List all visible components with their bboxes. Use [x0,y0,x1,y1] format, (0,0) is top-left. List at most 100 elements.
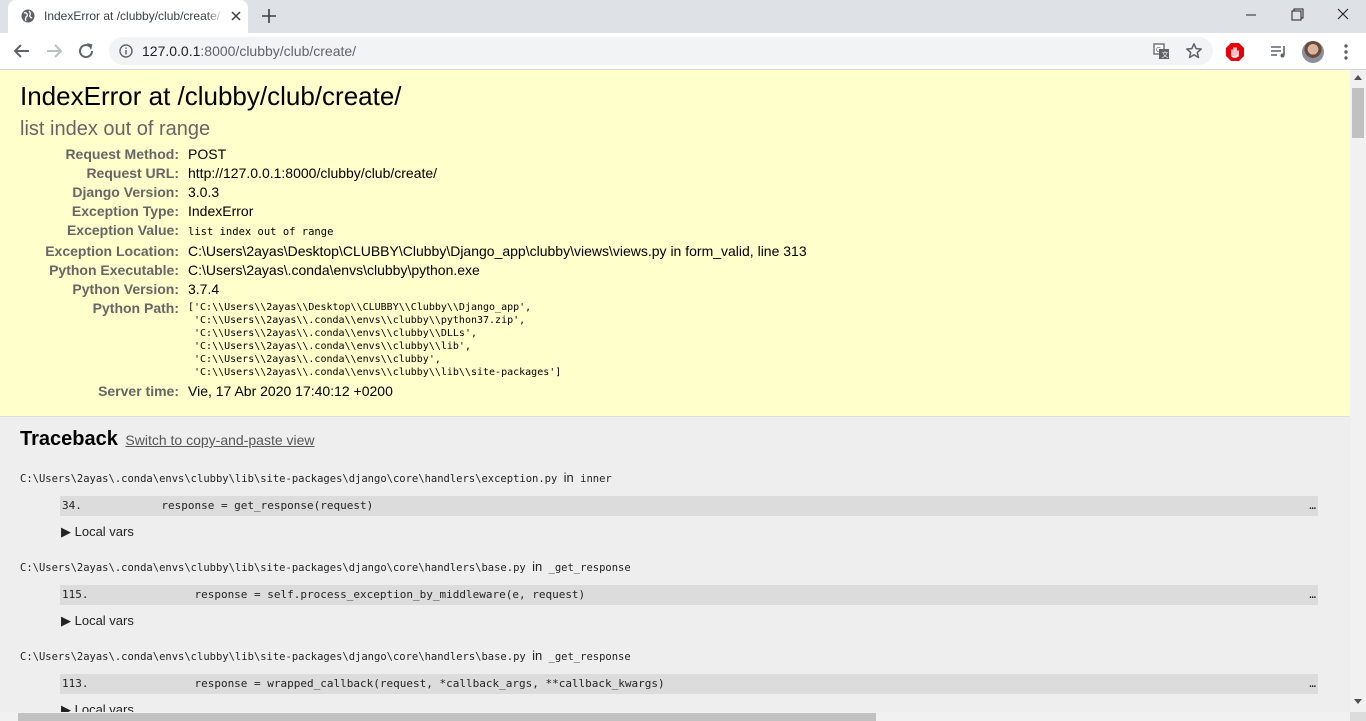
meta-row: Exception Location: C:\Users\2ayas\Deskto… [20,242,807,261]
expand-context-ellipsis[interactable]: … [1309,585,1316,605]
context-code: 34. response = get_response(request) [62,499,374,512]
meta-row: Request URL: http://127.0.0.1:8000/clubby… [20,164,807,183]
local-vars-toggle[interactable]: ▶ Local vars [61,523,1330,541]
frame-function: _get_response [548,651,631,663]
frame-location: C:\Users\2ayas\.conda\envs\clubby\lib\si… [20,630,1330,664]
adblock-icon[interactable] [1225,42,1245,62]
meta-value: 3.7.4 [188,281,220,297]
tab-strip: IndexError at /clubby/club/create/ [0,0,1366,33]
meta-value: list index out of range [188,226,334,238]
meta-label: Request URL: [86,165,179,181]
browser-tab[interactable]: IndexError at /clubby/club/create/ [8,0,248,33]
switch-copy-paste-link[interactable]: Switch to copy-and-paste view [125,432,314,448]
frame-in-word: in [532,559,543,574]
meta-label: Python Path: [92,300,179,316]
translate-icon[interactable]: G 文 [1153,43,1170,60]
scroll-down-icon[interactable] [1354,699,1362,704]
profile-avatar[interactable] [1302,41,1324,63]
scroll-up-icon[interactable] [1354,75,1362,80]
svg-text:文: 文 [1162,50,1169,59]
meta-label: Request Method: [65,146,179,162]
traceback-section: Traceback Switch to copy-and-paste view … [0,417,1350,712]
meta-label: Python Executable: [49,262,179,278]
frame-file: C:\Users\2ayas\.conda\envs\clubby\lib\si… [20,473,558,485]
meta-value: ['C:\\Users\\2ayas\\Desktop\\CLUBBY\\Clu… [188,299,807,382]
meta-value: C:\Users\2ayas\.conda\envs\clubby\python… [188,262,480,278]
frame-in-word: in [532,648,543,663]
local-vars-toggle[interactable]: ▶ Local vars [61,701,1330,712]
window-close-icon[interactable] [1332,5,1354,25]
frame-file: C:\Users\2ayas\.conda\envs\clubby\lib\si… [20,562,526,574]
context-code: 115. response = self.process_exception_b… [62,588,586,601]
reload-icon[interactable] [76,41,96,61]
url-host: 127.0.0.1 [142,43,201,59]
star-icon[interactable] [1185,42,1203,60]
traceback-frames: C:\Users\2ayas\.conda\envs\clubby\lib\si… [20,452,1330,712]
vertical-scroll-thumb[interactable] [1352,88,1364,138]
frame-file: C:\Users\2ayas\.conda\envs\clubby\lib\si… [20,651,526,663]
browser-toolbar: 127.0.0.1:8000/clubby/club/create/ G 文 [0,33,1366,70]
forward-arrow-icon[interactable] [44,41,64,61]
kebab-menu-icon[interactable] [1338,42,1354,62]
meta-row: Python Path: ['C:\\Users\\2ayas\\Desktop\… [20,299,807,382]
traceback-title: Traceback [20,428,118,450]
meta-value: C:\Users\2ayas\Desktop\CLUBBY\Clubby\Dja… [188,243,807,259]
scrollbar-corner [1350,712,1366,721]
url-text[interactable]: 127.0.0.1:8000/clubby/club/create/ [142,43,356,59]
minimize-icon[interactable] [1240,5,1262,25]
close-icon[interactable] [229,9,243,23]
meta-label: Exception Location: [45,243,179,259]
meta-label: Django Version: [72,184,179,200]
horizontal-scroll-thumb[interactable] [18,713,876,721]
meta-row: Server time: Vie, 17 Abr 2020 17:40:12 +0… [20,382,807,401]
traceback-heading: Traceback Switch to copy-and-paste view [20,427,1330,452]
plus-icon[interactable] [260,7,278,25]
local-vars-toggle[interactable]: ▶ Local vars [61,612,1330,630]
meta-value: http://127.0.0.1:8000/clubby/club/create… [188,165,438,181]
frame-function: inner [580,473,612,485]
page-title: IndexError at /clubby/club/create/ [20,81,402,111]
frame-in-word: in [563,470,574,485]
address-bar[interactable]: 127.0.0.1:8000/clubby/club/create/ G 文 [109,37,1213,65]
media-queue-icon[interactable] [1269,42,1289,62]
globe-icon [21,9,35,23]
meta-value: IndexError [188,203,254,219]
traceback-frame: C:\Users\2ayas\.conda\envs\clubby\lib\si… [20,541,1330,630]
page-viewport: IndexError at /clubby/club/create/ list … [0,70,1350,712]
context-code: 113. response = wrapped_callback(request… [62,677,665,690]
context-line[interactable]: 113. response = wrapped_callback(request… [60,674,1318,694]
meta-value: 3.0.3 [188,184,220,200]
meta-label: Server time: [98,383,179,399]
back-arrow-icon[interactable] [12,41,32,61]
meta-row: Exception Value: list index out of range [20,221,807,242]
meta-label: Exception Type: [71,203,179,219]
horizontal-scrollbar[interactable] [0,712,1350,721]
meta-label: Python Version: [72,281,179,297]
frame-location: C:\Users\2ayas\.conda\envs\clubby\lib\si… [20,541,1330,575]
traceback-frame: C:\Users\2ayas\.conda\envs\clubby\lib\si… [20,452,1330,541]
restore-icon[interactable] [1286,5,1308,25]
meta-row: Python Executable: C:\Users\2ayas\.conda\… [20,261,807,280]
context-line[interactable]: 34. response = get_response(request) … [60,496,1318,516]
traceback-frame: C:\Users\2ayas\.conda\envs\clubby\lib\si… [20,630,1330,712]
request-meta-table: Request Method: POST Request URL: http://12… [20,145,807,401]
meta-row: Exception Type: IndexError [20,202,807,221]
meta-row: Django Version: 3.0.3 [20,183,807,202]
meta-label: Exception Value: [66,222,179,238]
expand-context-ellipsis[interactable]: … [1309,496,1316,516]
frame-function: _get_response [548,562,631,574]
python-path-value: ['C:\\Users\\2ayas\\Desktop\\CLUBBY\\Clu… [188,302,562,378]
meta-row: Request Method: POST [20,145,807,164]
url-path: :8000/clubby/club/create/ [200,43,357,59]
error-summary: IndexError at /clubby/club/create/ list … [0,70,1350,417]
context-line[interactable]: 115. response = self.process_exception_b… [60,585,1318,605]
tab-title: IndexError at /clubby/club/create/ [44,9,224,23]
meta-row: Python Version: 3.7.4 [20,280,807,299]
exception-message: list index out of range [20,118,211,140]
vertical-scrollbar[interactable] [1350,70,1366,712]
meta-value: POST [188,146,227,162]
expand-context-ellipsis[interactable]: … [1309,674,1316,694]
info-icon[interactable] [119,44,133,58]
meta-value: Vie, 17 Abr 2020 17:40:12 +0200 [188,383,393,399]
frame-location: C:\Users\2ayas\.conda\envs\clubby\lib\si… [20,452,1330,486]
